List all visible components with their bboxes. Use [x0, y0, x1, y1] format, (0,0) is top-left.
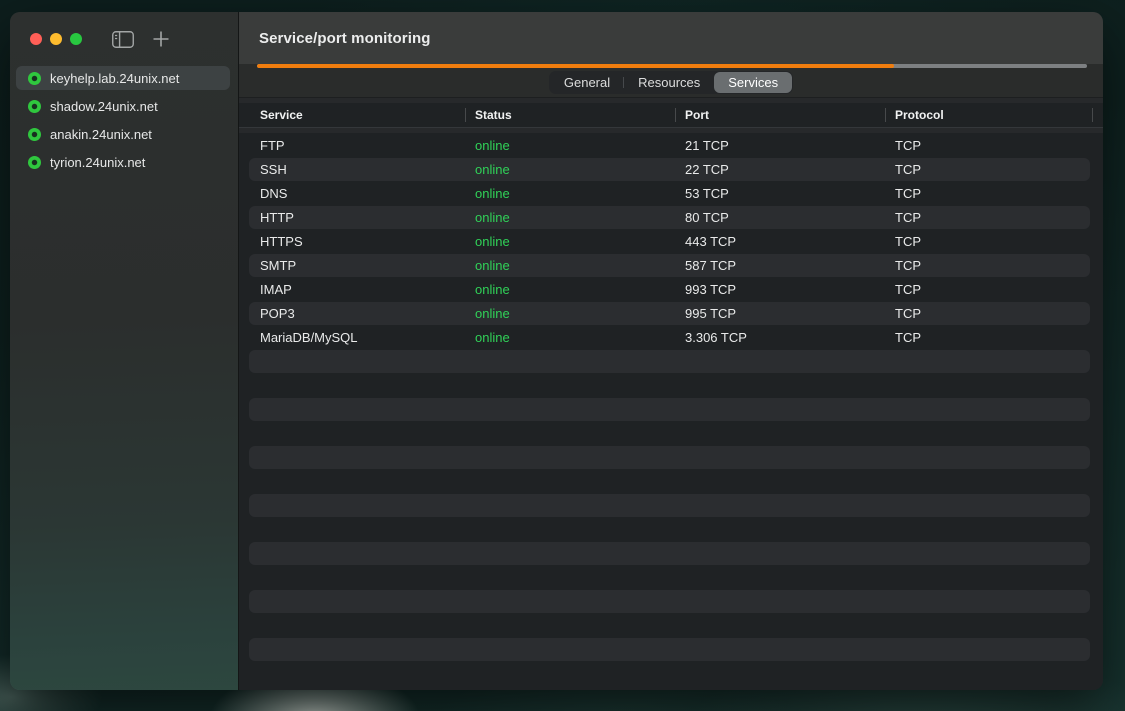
table-row[interactable]: HTTPSonline443 TCPTCP — [239, 229, 1103, 253]
table-row[interactable]: POP3online995 TCPTCP — [239, 301, 1103, 325]
cell-protocol: TCP — [885, 330, 1092, 345]
cell-port: 21 TCP — [675, 138, 885, 153]
cell-port: 22 TCP — [675, 162, 885, 177]
sidebar-item-server[interactable]: shadow.24unix.net — [16, 94, 230, 118]
server-name: anakin.24unix.net — [50, 127, 152, 142]
cell-service: SMTP — [239, 258, 465, 273]
tab-segmented-control: GeneralResourcesServices — [549, 71, 793, 94]
table-row[interactable]: HTTPonline80 TCPTCP — [239, 205, 1103, 229]
desktop-wallpaper: keyhelp.lab.24unix.net shadow.24unix.net a… — [0, 0, 1125, 711]
table-header-row: ServiceStatusPortProtocol — [239, 103, 1103, 128]
table-row-empty[interactable] — [239, 397, 1103, 421]
cell-status: online — [465, 306, 675, 321]
cell-status: online — [465, 258, 675, 273]
cell-service: HTTP — [239, 210, 465, 225]
cell-protocol: TCP — [885, 306, 1092, 321]
table-row-empty[interactable] — [239, 349, 1103, 373]
table-row-empty[interactable] — [239, 613, 1103, 637]
table-row[interactable]: IMAPonline993 TCPTCP — [239, 277, 1103, 301]
cell-service: HTTPS — [239, 234, 465, 249]
cell-port: 587 TCP — [675, 258, 885, 273]
tab-services[interactable]: Services — [714, 72, 792, 93]
table-row-empty[interactable] — [239, 589, 1103, 613]
status-dot-icon — [28, 128, 41, 141]
table-row[interactable]: SSHonline22 TCPTCP — [239, 157, 1103, 181]
cell-port: 53 TCP — [675, 186, 885, 201]
table-row-empty[interactable] — [239, 541, 1103, 565]
main-pane: Service/port monitoring GeneralResources… — [239, 12, 1103, 690]
server-name: tyrion.24unix.net — [50, 155, 145, 170]
toggle-sidebar-button[interactable] — [112, 31, 134, 48]
cell-port: 995 TCP — [675, 306, 885, 321]
cell-protocol: TCP — [885, 210, 1092, 225]
sidebar-toolbar — [10, 12, 238, 66]
table-row[interactable]: MariaDB/MySQLonline3.306 TCPTCP — [239, 325, 1103, 349]
cell-port: 80 TCP — [675, 210, 885, 225]
toggle-sidebar-icon — [112, 31, 134, 48]
cell-status: online — [465, 282, 675, 297]
cell-status: online — [465, 234, 675, 249]
server-name: shadow.24unix.net — [50, 99, 158, 114]
cell-port: 3.306 TCP — [675, 330, 885, 345]
cell-port: 993 TCP — [675, 282, 885, 297]
add-server-button[interactable] — [152, 30, 170, 48]
status-dot-icon — [28, 72, 41, 85]
sidebar-item-server[interactable]: keyhelp.lab.24unix.net — [16, 66, 230, 90]
column-header-protocol[interactable]: Protocol — [885, 103, 1092, 127]
cell-service: FTP — [239, 138, 465, 153]
sidebar-item-server[interactable]: anakin.24unix.net — [16, 122, 230, 146]
cell-protocol: TCP — [885, 258, 1092, 273]
cell-protocol: TCP — [885, 282, 1092, 297]
table-body: FTPonline21 TCPTCPSSHonline22 TCPTCPDNSo… — [239, 133, 1103, 685]
table-row-empty[interactable] — [239, 637, 1103, 661]
titlebar: Service/port monitoring — [239, 12, 1103, 64]
cell-service: MariaDB/MySQL — [239, 330, 465, 345]
sidebar-item-server[interactable]: tyrion.24unix.net — [16, 150, 230, 174]
table-row-empty[interactable] — [239, 517, 1103, 541]
cell-port: 443 TCP — [675, 234, 885, 249]
cell-status: online — [465, 162, 675, 177]
cell-status: online — [465, 210, 675, 225]
tab-bar: GeneralResourcesServices — [239, 68, 1103, 98]
table-row-empty[interactable] — [239, 421, 1103, 445]
table-row-empty[interactable] — [239, 565, 1103, 589]
table-row[interactable]: DNSonline53 TCPTCP — [239, 181, 1103, 205]
cell-service: IMAP — [239, 282, 465, 297]
server-name: keyhelp.lab.24unix.net — [50, 71, 179, 86]
plus-icon — [152, 30, 170, 48]
table-row-empty[interactable] — [239, 373, 1103, 397]
table-row-empty[interactable] — [239, 661, 1103, 685]
cell-protocol: TCP — [885, 162, 1092, 177]
column-header-status[interactable]: Status — [465, 103, 675, 127]
cell-status: online — [465, 330, 675, 345]
tab-resources[interactable]: Resources — [624, 72, 714, 93]
sidebar: keyhelp.lab.24unix.net shadow.24unix.net a… — [10, 12, 239, 690]
table-row-empty[interactable] — [239, 469, 1103, 493]
cell-status: online — [465, 186, 675, 201]
table-row-empty[interactable] — [239, 493, 1103, 517]
column-header-port[interactable]: Port — [675, 103, 885, 127]
zoom-button[interactable] — [70, 33, 82, 45]
tab-general[interactable]: General — [550, 72, 624, 93]
column-header-service[interactable]: Service — [239, 103, 465, 127]
cell-protocol: TCP — [885, 138, 1092, 153]
table-row-empty[interactable] — [239, 445, 1103, 469]
services-table: ServiceStatusPortProtocol FTPonline21 TC… — [239, 98, 1103, 690]
cell-service: POP3 — [239, 306, 465, 321]
cell-service: SSH — [239, 162, 465, 177]
server-list: keyhelp.lab.24unix.net shadow.24unix.net a… — [10, 66, 238, 174]
table-row[interactable]: FTPonline21 TCPTCP — [239, 133, 1103, 157]
table-row[interactable]: SMTPonline587 TCPTCP — [239, 253, 1103, 277]
status-dot-icon — [28, 156, 41, 169]
page-title: Service/port monitoring — [259, 30, 431, 47]
cell-status: online — [465, 138, 675, 153]
cell-protocol: TCP — [885, 186, 1092, 201]
app-window: keyhelp.lab.24unix.net shadow.24unix.net a… — [10, 12, 1103, 690]
column-header-filler — [1092, 103, 1103, 127]
cell-protocol: TCP — [885, 234, 1092, 249]
minimize-button[interactable] — [50, 33, 62, 45]
status-dot-icon — [28, 100, 41, 113]
cell-service: DNS — [239, 186, 465, 201]
close-button[interactable] — [30, 33, 42, 45]
